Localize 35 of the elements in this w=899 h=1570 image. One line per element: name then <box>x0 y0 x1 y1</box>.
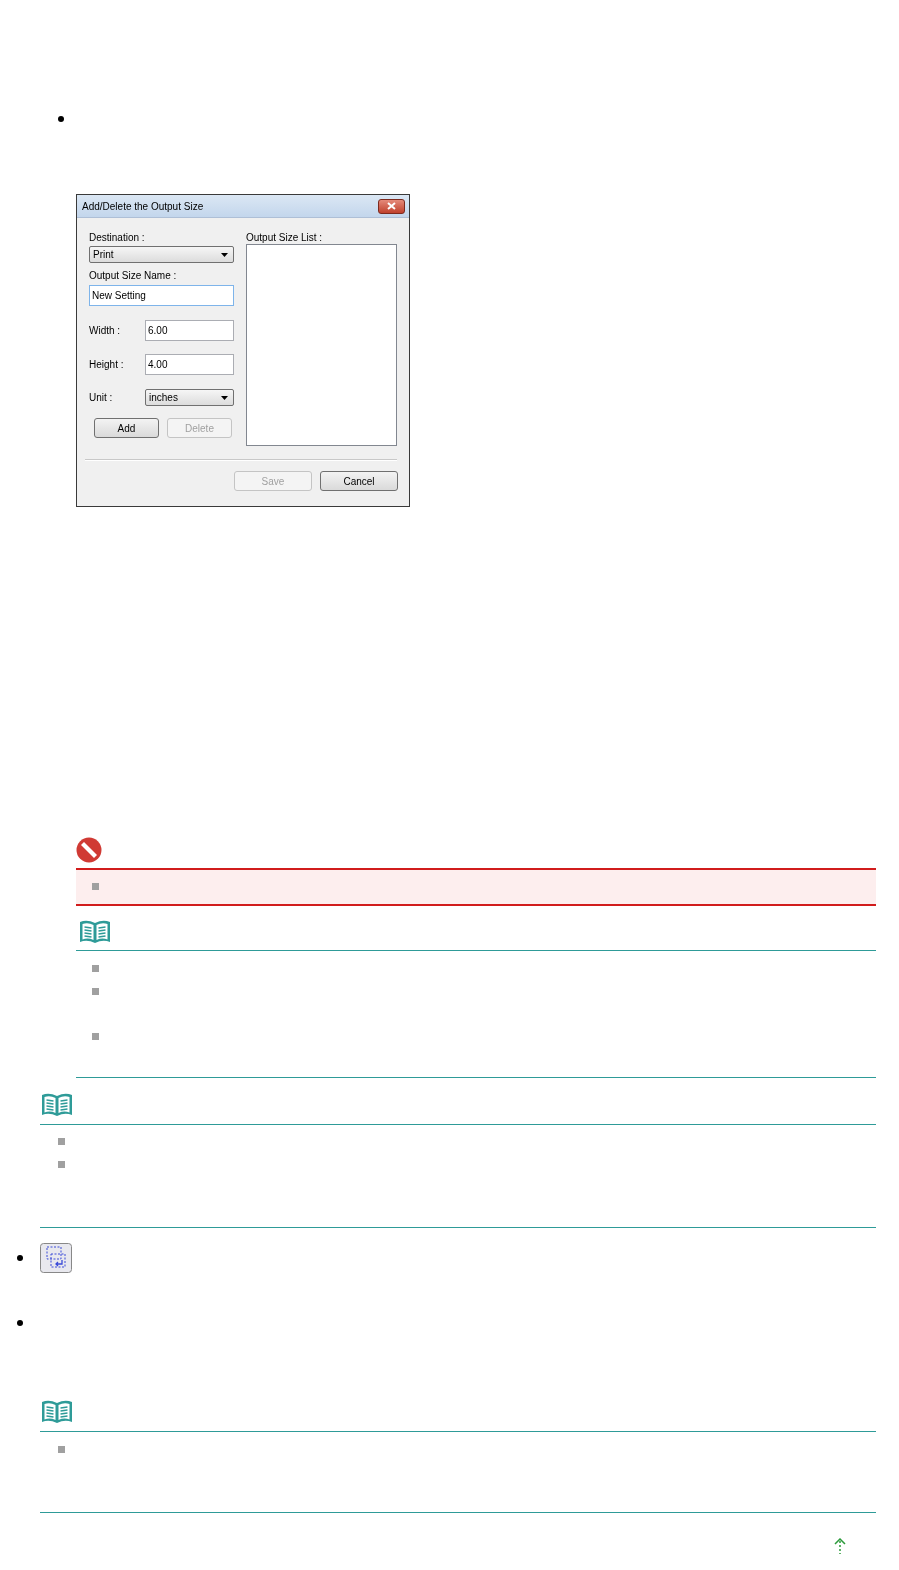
book-icon <box>78 919 112 945</box>
back-to-top-icon[interactable] <box>834 1538 846 1554</box>
unit-dropdown[interactable]: inches <box>145 389 234 406</box>
prohibition-icon <box>76 837 102 863</box>
field-label: Output Size List : <box>246 232 324 244</box>
output-size-list[interactable] <box>246 244 397 446</box>
field-label: Destination : <box>89 232 146 244</box>
bullet-icon <box>58 1446 65 1453</box>
bullet-icon <box>58 116 64 122</box>
input-field[interactable]: New Setting <box>89 285 234 306</box>
bullet-icon <box>92 883 99 890</box>
bullet-icon <box>92 965 99 972</box>
field-label: Width : <box>89 325 121 336</box>
bullet-icon <box>92 1033 99 1040</box>
dropdown-arrow-icon <box>221 252 228 257</box>
dialog-button[interactable]: Cancel <box>320 471 398 491</box>
dropdown-arrow-icon <box>221 395 228 400</box>
window-title: Add/Delete the Output Size <box>82 200 204 212</box>
bullet-icon <box>17 1255 23 1261</box>
close-button[interactable] <box>378 198 405 214</box>
field-label: Output Size Name : <box>89 270 178 282</box>
input-field[interactable]: 4.00 <box>145 354 234 375</box>
dialog-button[interactable]: Add <box>94 418 159 438</box>
select-area-icon <box>40 1243 72 1273</box>
input-field[interactable]: 6.00 <box>145 320 234 341</box>
close-icon <box>387 202 396 210</box>
bullet-icon <box>92 988 99 995</box>
field-label: Unit : <box>89 392 113 403</box>
bullet-icon <box>58 1161 65 1168</box>
book-icon <box>40 1399 74 1425</box>
bullet-icon <box>58 1138 65 1145</box>
field-label: Height : <box>89 359 124 370</box>
book-icon <box>40 1092 74 1118</box>
bullet-icon <box>17 1320 23 1326</box>
destination-dropdown[interactable]: Print <box>89 246 234 263</box>
